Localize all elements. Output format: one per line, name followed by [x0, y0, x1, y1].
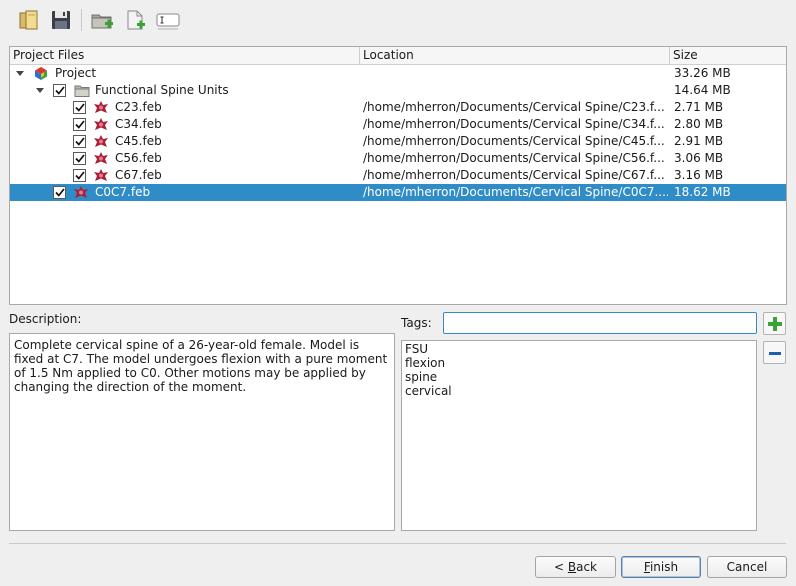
tree-row-file[interactable]: C45.feb /home/mherron/Documents/Cervical… — [10, 133, 786, 150]
collapse-arrow-icon[interactable] — [14, 65, 26, 82]
minus-icon — [768, 351, 781, 355]
tree-item-name: C34.feb — [115, 117, 162, 131]
cancel-button[interactable]: Cancel — [707, 556, 787, 578]
checkbox[interactable] — [73, 101, 86, 114]
tags-input[interactable] — [443, 312, 757, 334]
tree-item-name: C67.feb — [115, 168, 162, 182]
tag-item[interactable]: FSU — [405, 342, 753, 356]
finish-rest: inish — [649, 560, 679, 574]
checkbox[interactable] — [73, 135, 86, 148]
tag-item[interactable]: cervical — [405, 384, 753, 398]
tree-item-name: C45.feb — [115, 134, 162, 148]
tree-item-size: 14.64 MB — [674, 83, 731, 97]
tree-row-file-selected[interactable]: C0C7.feb /home/mherron/Documents/Cervica… — [10, 184, 786, 201]
tree-item-location: /home/mherron/Documents/Cervical Spine/C… — [363, 151, 665, 165]
tree-item-size: 2.80 MB — [674, 117, 724, 131]
tags-label: Tags: — [401, 316, 432, 330]
tree-row-file[interactable]: C23.feb /home/mherron/Documents/Cervical… — [10, 99, 786, 116]
tree-item-name: C23.feb — [115, 100, 162, 114]
project-files-tree[interactable]: Project Files Location Size Project 33.2… — [9, 46, 787, 305]
remove-tag-button[interactable] — [763, 341, 786, 364]
tree-row-file[interactable]: C34.feb /home/mherron/Documents/Cervical… — [10, 116, 786, 133]
checkbox[interactable] — [53, 186, 66, 199]
tree-item-name: Functional Spine Units — [95, 83, 229, 97]
description-label: Description: — [9, 312, 82, 326]
back-rest: ack — [576, 560, 597, 574]
tree-row-file[interactable]: C67.feb /home/mherron/Documents/Cervical… — [10, 167, 786, 184]
feb-file-icon — [94, 169, 108, 181]
checkbox[interactable] — [73, 169, 86, 182]
feb-file-icon — [94, 135, 108, 147]
tree-item-size: 2.91 MB — [674, 134, 724, 148]
collapse-arrow-icon[interactable] — [34, 82, 46, 99]
tree-item-location: /home/mherron/Documents/Cervical Spine/C… — [363, 134, 665, 148]
tree-item-size: 2.71 MB — [674, 100, 724, 114]
tag-item[interactable]: flexion — [405, 356, 753, 370]
tree-row-file[interactable]: C56.feb /home/mherron/Documents/Cervical… — [10, 150, 786, 167]
finish-button[interactable]: Finish — [621, 556, 701, 578]
folder-icon — [74, 85, 90, 97]
column-header-size[interactable]: Size — [670, 47, 786, 65]
tree-item-location: /home/mherron/Documents/Cervical Spine/C… — [363, 117, 665, 131]
tree-item-size: 3.06 MB — [674, 151, 724, 165]
back-mnemonic: B — [567, 560, 577, 574]
add-file-button[interactable] — [121, 6, 149, 34]
open-project-button[interactable] — [15, 6, 43, 34]
tags-list[interactable]: FSU flexion spine cervical — [401, 340, 757, 531]
feb-file-icon — [94, 101, 108, 113]
rename-button[interactable] — [154, 6, 182, 34]
add-tag-button[interactable] — [763, 312, 786, 335]
tree-item-location: /home/mherron/Documents/Cervical Spine/C… — [363, 185, 668, 199]
add-file-icon — [127, 10, 145, 30]
tree-row-folder[interactable]: Functional Spine Units 14.64 MB — [10, 82, 786, 99]
checkbox[interactable] — [73, 152, 86, 165]
tree-item-size: 33.26 MB — [674, 66, 731, 80]
add-folder-button[interactable] — [88, 6, 116, 34]
tree-item-name: Project — [55, 66, 97, 80]
column-header-project-files[interactable]: Project Files — [10, 47, 360, 65]
checkbox[interactable] — [53, 84, 66, 97]
description-textarea[interactable]: Complete cervical spine of a 26-year-old… — [9, 333, 395, 531]
tree-item-location: /home/mherron/Documents/Cervical Spine/C… — [363, 168, 665, 182]
back-prefix: < — [553, 560, 568, 574]
save-button[interactable] — [47, 6, 75, 34]
tree-item-size: 18.62 MB — [674, 185, 731, 199]
toolbar — [0, 0, 796, 40]
tree-item-name: C56.feb — [115, 151, 162, 165]
feb-file-icon — [74, 186, 88, 198]
back-button[interactable]: < Back — [535, 556, 616, 578]
feb-file-icon — [94, 152, 108, 164]
tree-row-project[interactable]: Project 33.26 MB — [10, 65, 786, 82]
toolbar-separator — [81, 9, 82, 31]
tag-item[interactable]: spine — [405, 370, 753, 384]
divider — [9, 543, 786, 544]
save-icon — [52, 11, 70, 29]
tree-item-size: 3.16 MB — [674, 168, 724, 182]
tree-item-location: /home/mherron/Documents/Cervical Spine/C… — [363, 100, 665, 114]
add-folder-icon — [91, 14, 113, 29]
tree-header: Project Files Location Size — [10, 47, 786, 65]
rename-icon — [156, 13, 180, 30]
checkbox[interactable] — [73, 118, 86, 131]
column-header-location[interactable]: Location — [360, 47, 670, 65]
open-folder-icon — [19, 10, 38, 30]
tree-item-name: C0C7.feb — [95, 185, 151, 199]
febio-logo-icon — [35, 67, 47, 80]
plus-icon — [767, 316, 782, 331]
feb-file-icon — [94, 118, 108, 130]
